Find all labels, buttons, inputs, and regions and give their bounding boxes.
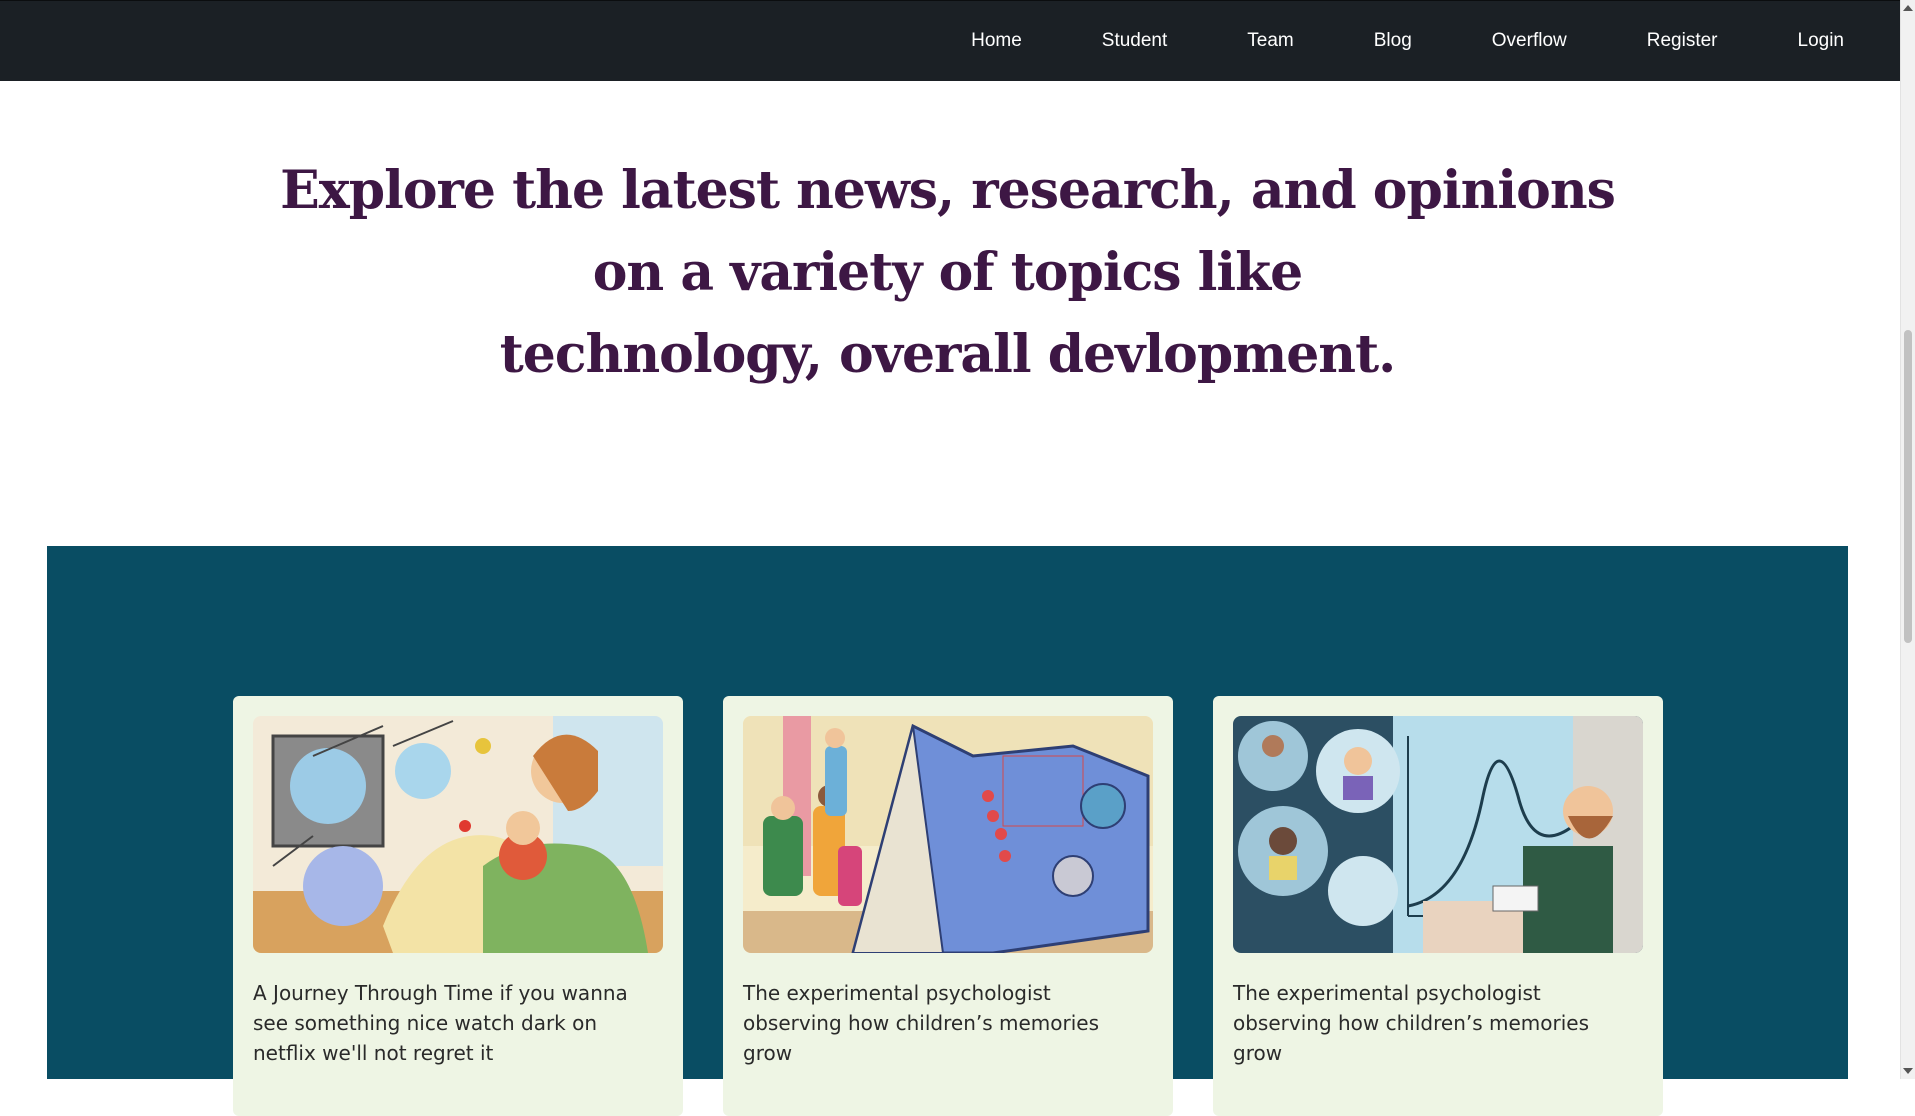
blog-cards-section: A Journey Through Time if you wanna see … bbox=[47, 546, 1848, 1116]
top-navbar: Home Student Team Blog Overflow Register… bbox=[0, 0, 1900, 81]
page-scrollbar[interactable] bbox=[1900, 0, 1915, 1079]
nav-home-link[interactable]: Home bbox=[971, 30, 1022, 52]
nav-register-link[interactable]: Register bbox=[1647, 30, 1718, 52]
hero-line-1: Explore the latest news, research, and o… bbox=[280, 160, 1616, 221]
card-title-3[interactable]: The experimental psychologist observing … bbox=[1233, 978, 1643, 1068]
illustration-man-computer-graph-icon bbox=[1233, 716, 1643, 953]
nav-links: Home Student Team Blog Overflow Register… bbox=[891, 1, 1844, 81]
nav-team-link[interactable]: Team bbox=[1247, 30, 1293, 52]
blog-card-2[interactable]: The experimental psychologist observing … bbox=[723, 696, 1173, 1116]
nav-overflow-link[interactable]: Overflow bbox=[1492, 30, 1567, 52]
scrollbar-thumb[interactable] bbox=[1904, 330, 1912, 643]
hero-section: Explore the latest news, research, and o… bbox=[0, 150, 1895, 396]
blog-card-3[interactable]: The experimental psychologist observing … bbox=[1213, 696, 1663, 1116]
card-title-2[interactable]: The experimental psychologist observing … bbox=[743, 978, 1153, 1068]
scroll-down-arrow-icon[interactable] bbox=[1903, 1068, 1913, 1074]
nav-blog-link[interactable]: Blog bbox=[1374, 30, 1412, 52]
illustration-children-giant-book-icon bbox=[743, 716, 1153, 953]
blog-card-1[interactable]: A Journey Through Time if you wanna see … bbox=[233, 696, 683, 1116]
card-title-1[interactable]: A Journey Through Time if you wanna see … bbox=[253, 978, 663, 1068]
illustration-neurons-father-baby-icon bbox=[253, 716, 663, 953]
card-image-children-book[interactable] bbox=[743, 716, 1153, 953]
nav-student-link[interactable]: Student bbox=[1102, 30, 1168, 52]
card-image-man-graph[interactable] bbox=[1233, 716, 1643, 953]
card-image-neurons[interactable] bbox=[253, 716, 663, 953]
hero-heading: Explore the latest news, research, and o… bbox=[0, 150, 1895, 396]
hero-line-3: technology, overall devlopment. bbox=[499, 324, 1396, 385]
scroll-up-arrow-icon[interactable] bbox=[1903, 5, 1913, 11]
nav-login-link[interactable]: Login bbox=[1798, 30, 1845, 52]
hero-line-2: on a variety of topics like bbox=[592, 242, 1304, 303]
